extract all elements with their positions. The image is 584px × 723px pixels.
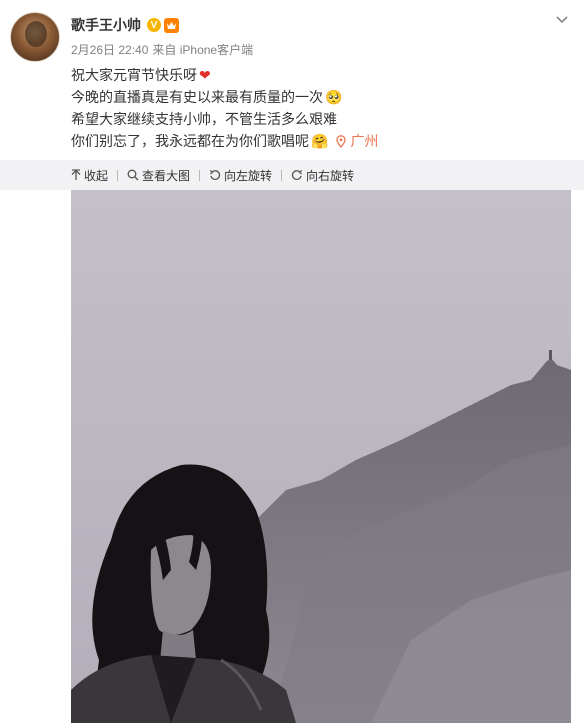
post-line-text: 今晚的直播真是有史以来最有质量的一次 — [71, 89, 323, 105]
post-photo[interactable] — [71, 190, 571, 723]
user-name[interactable]: 歌手王小帅 — [71, 15, 141, 35]
verified-badge-icon[interactable]: V — [147, 18, 161, 32]
view-large-label: 查看大图 — [142, 168, 191, 183]
rotate-right-button[interactable]: 向右旋转 — [291, 166, 354, 184]
post-time[interactable]: 2月26日 22:40 — [71, 41, 148, 58]
weibo-post: 歌手王小帅 V 2月26日 22:40 来自 iPhone客户端 祝大家元宵节快… — [0, 0, 584, 723]
collapse-label: 收起 — [84, 168, 109, 183]
post-line: 祝大家元宵节快乐呀 ❤ — [71, 64, 561, 86]
post-text: 祝大家元宵节快乐呀 ❤ 今晚的直播真是有史以来最有质量的一次 🥺 希望大家继续支… — [71, 64, 561, 152]
view-large-button[interactable]: 查看大图 — [127, 166, 190, 184]
rotate-left-icon — [209, 170, 221, 180]
post-line: 今晚的直播真是有史以来最有质量的一次 🥺 — [71, 86, 561, 108]
post-source: 来自 iPhone客户端 — [152, 43, 254, 57]
location-pin-icon — [336, 134, 347, 148]
post-line: 希望大家继续支持小帅，不管生活多么艰难 — [71, 108, 561, 130]
post-line-text: 你们别忘了，我永远都在为你们歌唱呢 — [71, 133, 309, 149]
rotate-right-label: 向右旋转 — [306, 168, 355, 183]
location-label[interactable]: 广州 — [350, 130, 378, 152]
vip-icon[interactable] — [164, 17, 179, 33]
avatar[interactable] — [10, 12, 60, 62]
photo-scene — [71, 190, 571, 723]
location-link[interactable]: 广州 — [336, 130, 378, 152]
toolbar-divider — [199, 169, 201, 181]
post-line: 你们别忘了，我永远都在为你们歌唱呢 🤗 广州 — [71, 130, 561, 152]
collapse-icon — [71, 169, 81, 180]
toolbar-divider — [117, 169, 119, 181]
post-meta: 2月26日 22:40 来自 iPhone客户端 — [71, 41, 253, 58]
chevron-down-icon[interactable] — [556, 14, 568, 26]
image-toolbar: 收起 查看大图 向左旋转 向右旋转 — [0, 160, 584, 190]
heart-icon: ❤ — [199, 67, 211, 83]
name-row: 歌手王小帅 V — [71, 14, 179, 36]
rotate-right-icon — [291, 170, 303, 180]
toolbar-divider — [281, 169, 283, 181]
post-line-text: 希望大家继续支持小帅，不管生活多么艰难 — [71, 111, 337, 127]
rotate-left-label: 向左旋转 — [224, 168, 273, 183]
hugging-face-icon: 🤗 — [311, 133, 329, 149]
pleading-face-icon: 🥺 — [325, 89, 343, 105]
collapse-button[interactable]: 收起 — [71, 166, 108, 184]
post-line-text: 祝大家元宵节快乐呀 — [71, 67, 197, 83]
magnifier-icon — [127, 169, 139, 181]
rotate-left-button[interactable]: 向左旋转 — [209, 166, 272, 184]
